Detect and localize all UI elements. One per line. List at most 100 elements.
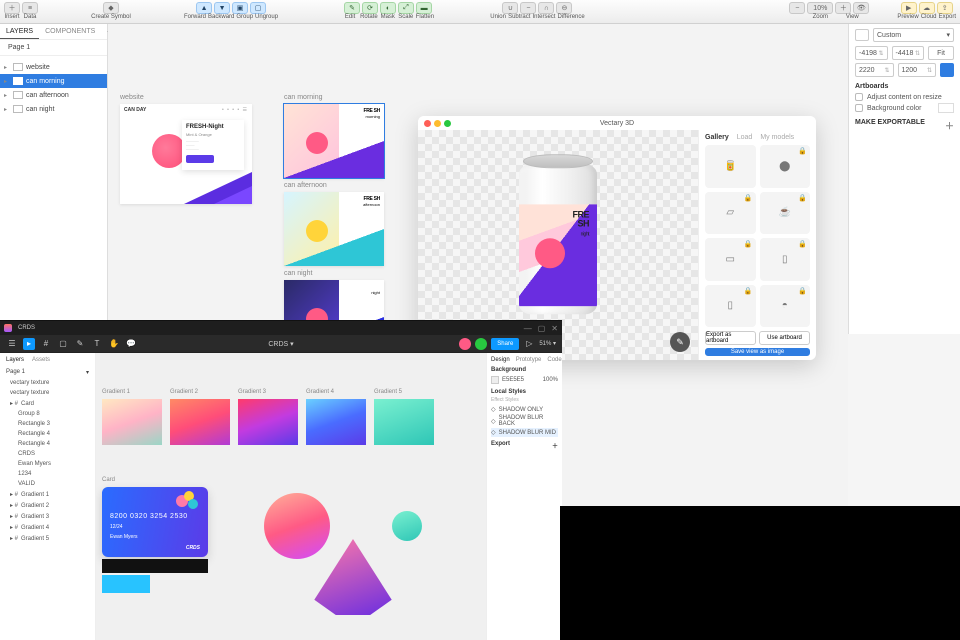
figma-tab-design[interactable]: Design bbox=[491, 357, 510, 363]
subtract-button[interactable]: − bbox=[520, 2, 536, 14]
bg-color-row[interactable]: Background color bbox=[855, 103, 954, 113]
artboard-label-website[interactable]: website bbox=[120, 94, 144, 101]
blob-small-circle[interactable] bbox=[392, 511, 422, 541]
style-row[interactable]: ◇ SHADOW ONLY bbox=[491, 405, 558, 414]
layer-can-night[interactable]: ▸can night bbox=[0, 102, 107, 116]
export-button[interactable]: ⇪ bbox=[937, 2, 953, 14]
pen-tool[interactable]: ✎ bbox=[74, 338, 86, 350]
win-maximize-icon[interactable]: ▢ bbox=[538, 324, 546, 333]
artboard-can-afternoon[interactable]: FRE SH afternoon bbox=[284, 192, 384, 266]
move-tool[interactable]: ▸ bbox=[23, 338, 35, 350]
win-close-icon[interactable]: ✕ bbox=[551, 324, 558, 333]
responsive-icon[interactable] bbox=[855, 29, 869, 41]
w-field[interactable]: 2220⇅ bbox=[855, 63, 894, 77]
gallery-item-book[interactable]: 🔒▭ bbox=[705, 238, 756, 281]
frame-tool[interactable]: # bbox=[40, 338, 52, 350]
gallery-item-cards[interactable]: 🔒▱ bbox=[705, 192, 756, 235]
layer-can-morning[interactable]: ▸can morning bbox=[0, 74, 107, 88]
export-artboard-button[interactable]: Export as artboard bbox=[705, 331, 756, 345]
frame-label[interactable]: Gradient 3 bbox=[238, 389, 266, 395]
fit-button[interactable]: Fit bbox=[928, 46, 954, 60]
section-export[interactable]: Export＋ bbox=[491, 441, 558, 447]
figma-zoom[interactable]: 51% ▾ bbox=[539, 340, 556, 347]
share-button[interactable]: Share bbox=[491, 338, 519, 350]
text-tool[interactable]: T bbox=[91, 338, 103, 350]
layer-website[interactable]: ▸website bbox=[0, 60, 107, 74]
win-minimize-icon[interactable]: — bbox=[524, 324, 532, 333]
present-button[interactable]: ▷ bbox=[523, 338, 535, 350]
preset-select[interactable]: Custom▾ bbox=[873, 28, 954, 42]
zoom-value[interactable]: 10% bbox=[807, 2, 833, 14]
figma-layer[interactable]: Rectangle 3 bbox=[0, 419, 95, 429]
view-button[interactable]: 👁 bbox=[853, 2, 869, 14]
vectary-titlebar[interactable]: Vectary 3D bbox=[418, 116, 816, 130]
gallery-item-mug[interactable]: 🔒☕ bbox=[760, 192, 811, 235]
frame-label[interactable]: Gradient 4 bbox=[306, 389, 334, 395]
menu-button[interactable]: ☰ bbox=[6, 338, 18, 350]
zoom-in-button[interactable]: ＋ bbox=[835, 2, 851, 14]
figma-layer[interactable]: 1234 bbox=[0, 469, 95, 479]
zoom-out-button[interactable]: − bbox=[789, 2, 805, 14]
avatar-1[interactable] bbox=[459, 338, 471, 350]
figma-canvas[interactable]: Gradient 1 Gradient 2 Gradient 3 Gradien… bbox=[96, 353, 486, 640]
gallery-item-bag[interactable]: 🔒▯ bbox=[760, 238, 811, 281]
figma-layer[interactable]: VALID bbox=[0, 479, 95, 489]
figma-layer[interactable]: Ewan Myers bbox=[0, 459, 95, 469]
figma-layer[interactable]: ▸ # Gradient 2 bbox=[0, 500, 95, 511]
group-button[interactable]: ▣ bbox=[232, 2, 248, 14]
insert-button[interactable]: ＋ bbox=[4, 2, 20, 14]
figma-tab-layers[interactable]: Layers bbox=[6, 357, 24, 363]
backward-button[interactable]: ▼ bbox=[214, 2, 230, 14]
page-row[interactable]: Page 1 bbox=[0, 40, 107, 56]
frame-label[interactable]: Gradient 1 bbox=[102, 389, 130, 395]
rotate-button[interactable]: ⟳ bbox=[362, 2, 378, 14]
flatten-button[interactable]: ▬ bbox=[416, 2, 432, 14]
figma-layer[interactable]: CRDS bbox=[0, 449, 95, 459]
artboard-website[interactable]: CAN DAY • • • • ☰ FRESH-Night Mint & Ora… bbox=[120, 104, 252, 204]
frame-label-card[interactable]: Card bbox=[102, 477, 115, 483]
gradient-4[interactable] bbox=[306, 399, 366, 445]
orientation-button[interactable] bbox=[940, 63, 954, 77]
tab-my-models[interactable]: My models bbox=[760, 134, 794, 141]
cloud-button[interactable]: ☁ bbox=[919, 2, 935, 14]
h-field[interactable]: 1200⇅ bbox=[898, 63, 937, 77]
difference-button[interactable]: ⊖ bbox=[556, 2, 572, 14]
comment-tool[interactable]: 💬 bbox=[125, 338, 137, 350]
artboard-label-morning[interactable]: can morning bbox=[284, 94, 323, 101]
tab-gallery[interactable]: Gallery bbox=[705, 134, 729, 141]
scale-button[interactable]: ⤢ bbox=[398, 2, 414, 14]
artboard-can-morning[interactable]: FRE SH morning bbox=[284, 104, 384, 178]
intersect-button[interactable]: ∩ bbox=[538, 2, 554, 14]
figma-page-row[interactable]: Page 1▾ bbox=[0, 367, 95, 378]
union-button[interactable]: ∪ bbox=[502, 2, 518, 14]
use-artboard-button[interactable]: Use artboard bbox=[759, 331, 810, 345]
y-field[interactable]: -4418⇅ bbox=[892, 46, 925, 60]
gradient-1[interactable] bbox=[102, 399, 162, 445]
figma-layer[interactable]: vectary texture bbox=[0, 388, 95, 398]
figma-layer[interactable]: ▸ # Gradient 5 bbox=[0, 533, 95, 544]
gradient-2[interactable] bbox=[170, 399, 230, 445]
artboard-label-afternoon[interactable]: can afternoon bbox=[284, 182, 327, 189]
forward-button[interactable]: ▲ bbox=[196, 2, 212, 14]
card-back-strip[interactable] bbox=[102, 559, 208, 573]
gallery-item-can[interactable]: 🥫 bbox=[705, 145, 756, 188]
data-button[interactable]: ≡ bbox=[22, 2, 38, 14]
hand-tool[interactable]: ✋ bbox=[108, 338, 120, 350]
frame-label[interactable]: Gradient 5 bbox=[374, 389, 402, 395]
preview-button[interactable]: ▶ bbox=[901, 2, 917, 14]
figma-layer[interactable]: ▸ # Gradient 1 bbox=[0, 489, 95, 500]
blob-circle[interactable] bbox=[264, 493, 330, 559]
gradient-3[interactable] bbox=[238, 399, 298, 445]
tab-components[interactable]: COMPONENTS bbox=[39, 24, 101, 39]
ungroup-button[interactable]: ▢ bbox=[250, 2, 266, 14]
gallery-item-phone[interactable]: 🔒▯ bbox=[705, 285, 756, 328]
card-blue-rect[interactable] bbox=[102, 575, 150, 593]
edit-fab-button[interactable]: ✎ bbox=[670, 332, 690, 352]
save-view-button[interactable]: Save view as image bbox=[705, 348, 810, 356]
avatar-2[interactable] bbox=[475, 338, 487, 350]
artboard-label-night[interactable]: can night bbox=[284, 270, 312, 277]
tab-layers[interactable]: LAYERS bbox=[0, 24, 39, 39]
figma-layer[interactable]: Group 8 bbox=[0, 409, 95, 419]
blob-triangle[interactable] bbox=[310, 539, 396, 615]
credit-card-frame[interactable]: 8200 0320 3254 2530 12/24 Ewan Myers CRD… bbox=[102, 487, 208, 557]
